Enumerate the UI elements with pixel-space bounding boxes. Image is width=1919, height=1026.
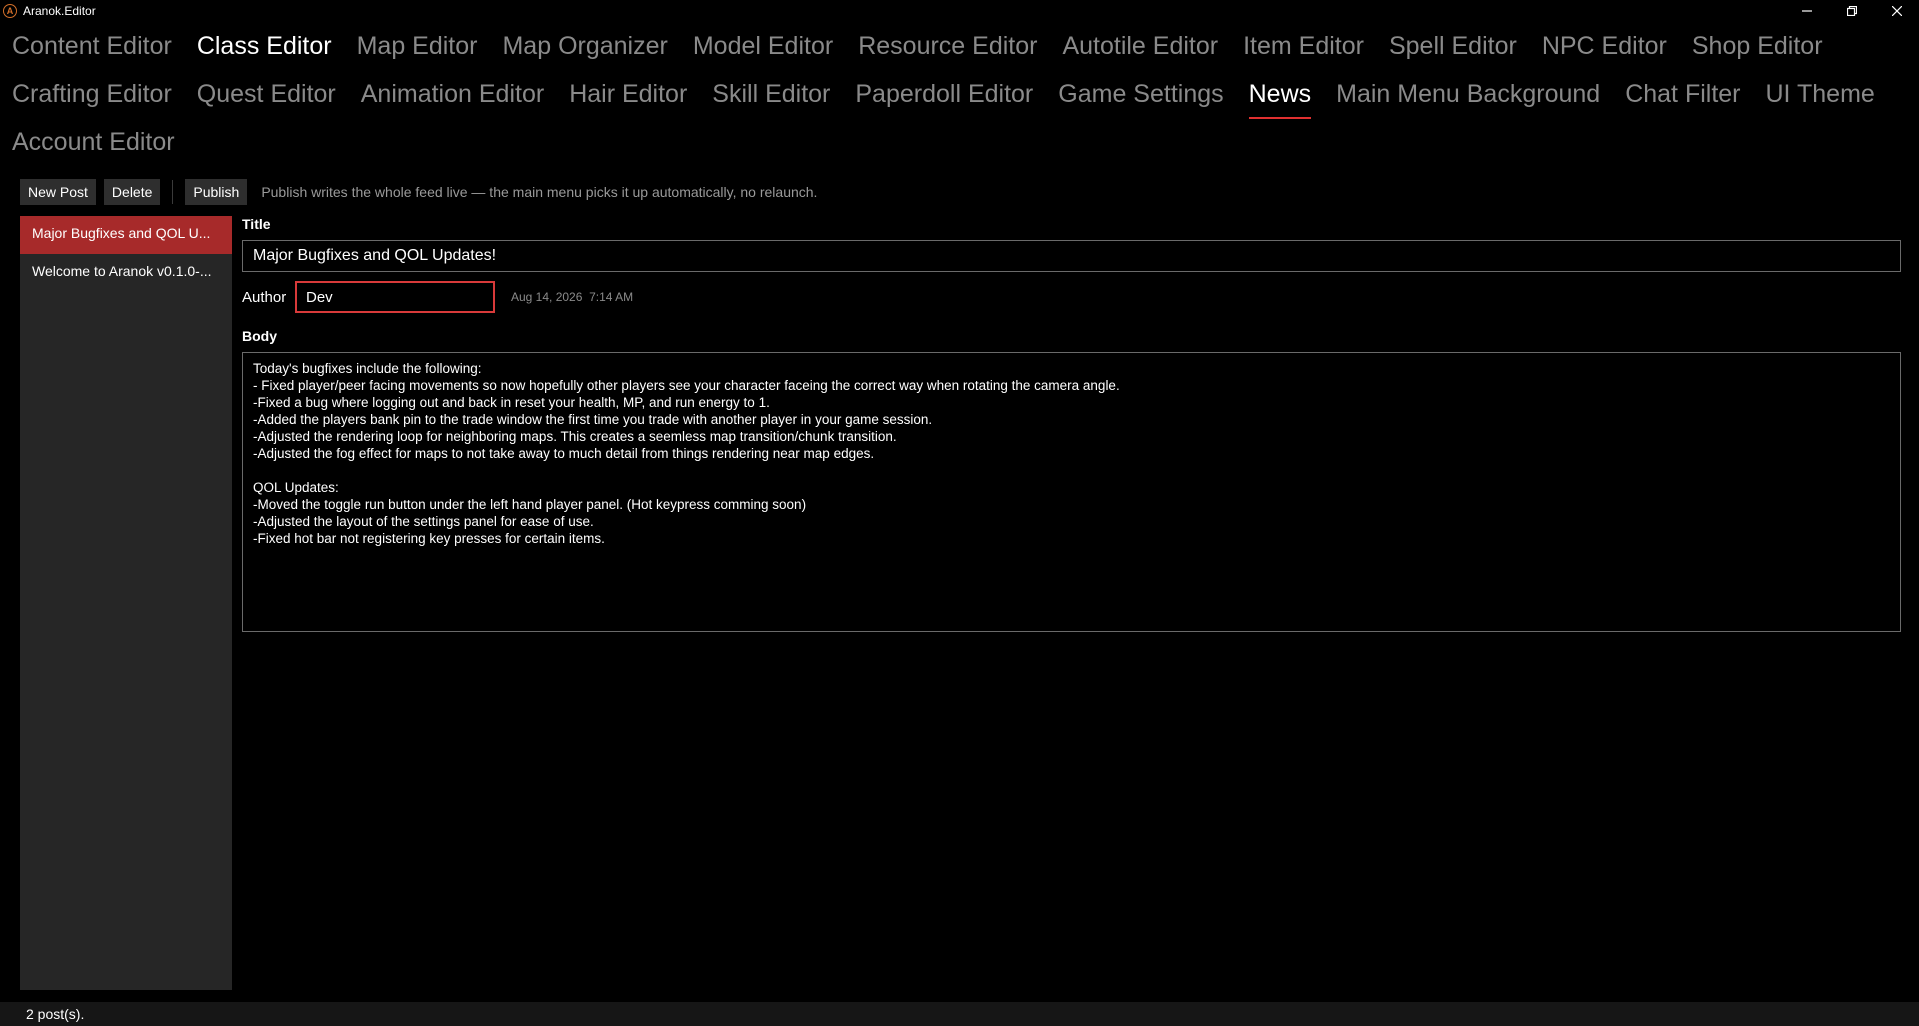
tab-shop-editor[interactable]: Shop Editor (1692, 25, 1823, 73)
body-line: -Added the players bank pin to the trade… (253, 412, 933, 427)
tab-map-organizer[interactable]: Map Organizer (502, 25, 667, 73)
post-list-item[interactable]: Welcome to Aranok v0.1.0-... (20, 254, 232, 292)
tab-autotile-editor[interactable]: Autotile Editor (1062, 25, 1218, 73)
body-line: -Fixed a bug where logging out and back … (253, 395, 770, 410)
news-toolbar: New Post Delete Publish Publish writes t… (20, 179, 817, 205)
author-input[interactable] (295, 281, 495, 313)
body-line: QOL Updates: (253, 480, 339, 495)
tab-ui-theme[interactable]: UI Theme (1766, 73, 1875, 121)
post-date: Aug 14, 2026 7:14 AM (511, 290, 634, 304)
restore-icon[interactable] (1829, 0, 1874, 22)
delete-button[interactable]: Delete (103, 179, 161, 205)
tab-quest-editor[interactable]: Quest Editor (197, 73, 336, 121)
body-line: -Fixed hot bar not registering key press… (253, 531, 605, 546)
tab-crafting-editor[interactable]: Crafting Editor (12, 73, 172, 121)
new-post-button[interactable]: New Post (20, 179, 96, 205)
window-title: Aranok.Editor (23, 4, 96, 18)
tab-spell-editor[interactable]: Spell Editor (1389, 25, 1517, 73)
tab-skill-editor[interactable]: Skill Editor (712, 73, 830, 121)
editor-tabs: Content Editor Class Editor Map Editor Map … (0, 25, 1919, 169)
post-count: 2 post(s). (26, 1006, 85, 1022)
tab-class-editor[interactable]: Class Editor (197, 25, 332, 73)
title-input[interactable] (242, 240, 1901, 272)
tab-npc-editor[interactable]: NPC Editor (1542, 25, 1667, 73)
toolbar-divider (172, 180, 174, 204)
aranok-logo-icon: A (3, 4, 17, 18)
body-line: -Moved the toggle run button under the l… (253, 497, 807, 512)
publish-button[interactable]: Publish (185, 179, 248, 205)
window-controls (1784, 0, 1919, 22)
tab-paperdoll-editor[interactable]: Paperdoll Editor (855, 73, 1033, 121)
body-line (253, 462, 1890, 479)
body-line: -Adjusted the fog effect for maps to not… (253, 446, 875, 461)
body-line: Today's bugfixes include the following: (253, 361, 482, 376)
post-list-item[interactable]: Major Bugfixes and QOL U... (20, 216, 232, 254)
title-label: Title (242, 216, 271, 232)
author-label: Author (242, 289, 287, 306)
close-icon[interactable] (1874, 0, 1919, 22)
tab-news[interactable]: News (1248, 73, 1311, 121)
post-list: Major Bugfixes and QOL U... Welcome to Ar… (20, 216, 232, 990)
body-line: -Adjusted the layout of the settings pan… (253, 514, 594, 529)
tab-animation-editor[interactable]: Animation Editor (361, 73, 544, 121)
publish-hint: Publish writes the whole feed live — the… (261, 184, 818, 200)
body-label: Body (242, 328, 277, 344)
body-line: - Fixed player/peer facing movements so … (253, 378, 1120, 393)
title-bar: A Aranok.Editor (0, 0, 1919, 22)
tab-account-editor[interactable]: Account Editor (12, 121, 175, 169)
body-line: -Adjusted the rendering loop for neighbo… (253, 429, 897, 444)
tab-model-editor[interactable]: Model Editor (693, 25, 833, 73)
status-bar (0, 1002, 1919, 1026)
tab-resource-editor[interactable]: Resource Editor (858, 25, 1037, 73)
tab-game-settings[interactable]: Game Settings (1058, 73, 1223, 121)
tab-chat-filter[interactable]: Chat Filter (1625, 73, 1740, 121)
tab-content-editor[interactable]: Content Editor (12, 25, 172, 73)
body-textarea[interactable]: Today's bugfixes include the following: -… (242, 352, 1901, 632)
tab-item-editor[interactable]: Item Editor (1243, 25, 1364, 73)
minimize-icon[interactable] (1784, 0, 1829, 22)
tab-main-menu-background[interactable]: Main Menu Background (1336, 73, 1600, 121)
tab-hair-editor[interactable]: Hair Editor (569, 73, 687, 121)
tab-map-editor[interactable]: Map Editor (357, 25, 478, 73)
